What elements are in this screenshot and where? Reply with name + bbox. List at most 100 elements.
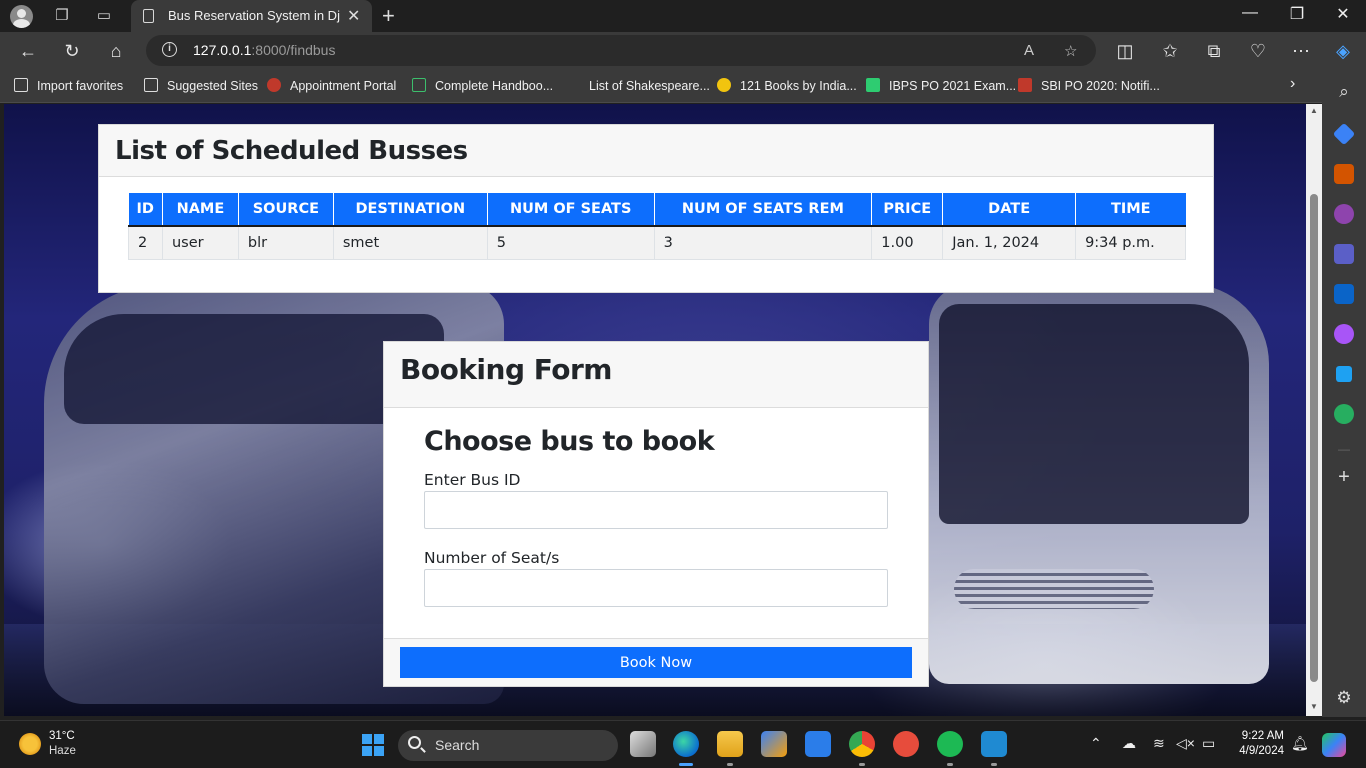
scroll-up-icon[interactable]: ▲ xyxy=(1310,106,1318,115)
sidebar-divider: — xyxy=(1338,442,1350,456)
notifications-bell-icon[interactable]: 🔔︎ xyxy=(1291,735,1309,752)
close-tab-icon[interactable]: ✕ xyxy=(347,6,360,26)
edge-sidebar: ⌕ — + ⚙ xyxy=(1322,70,1366,717)
favorite-import[interactable]: Import favorites xyxy=(14,78,123,96)
bus-windshield xyxy=(939,304,1249,524)
weather-temperature[interactable]: 31°C xyxy=(49,730,75,742)
collections-icon[interactable]: ⧉ xyxy=(1202,40,1226,62)
scroll-down-icon[interactable]: ▼ xyxy=(1310,702,1318,711)
scheduled-busses-title: List of Scheduled Busses xyxy=(99,125,1213,177)
wifi-icon[interactable]: ≋ xyxy=(1153,735,1165,752)
page-icon xyxy=(144,78,158,92)
tab-actions-icon[interactable]: ▭ xyxy=(94,6,114,26)
column-header-time: TIME xyxy=(1075,193,1186,227)
show-hidden-icons-chevron-icon[interactable]: ⌃ xyxy=(1090,735,1102,752)
page-viewport: List of Scheduled Busses ID NAME SOURCE … xyxy=(4,104,1306,716)
favorite-list-of-shakespeare[interactable]: List of Shakespeare... xyxy=(566,78,710,96)
home-icon[interactable]: ⌂ xyxy=(104,40,128,62)
search-icon[interactable]: ⌕ xyxy=(1332,82,1356,102)
settings-more-icon[interactable]: ⋯ xyxy=(1289,40,1313,62)
designer-icon[interactable] xyxy=(1334,324,1354,344)
search-icon xyxy=(408,736,421,749)
refresh-icon[interactable]: ↻ xyxy=(60,40,84,62)
favorite-121-books[interactable]: 121 Books by India... xyxy=(717,78,857,96)
outlook-icon[interactable] xyxy=(1334,284,1354,304)
copilot-icon[interactable]: ◈ xyxy=(1331,40,1355,62)
edge-browser-icon[interactable] xyxy=(673,731,699,757)
active-tab[interactable]: Bus Reservation System in Django ✕ xyxy=(131,0,372,32)
favorite-label: Complete Handboo... xyxy=(435,79,554,93)
sidebar-settings-gear-icon[interactable]: ⚙ xyxy=(1332,688,1356,708)
spotify-icon[interactable] xyxy=(937,731,963,757)
cell-time: 9:34 p.m. xyxy=(1075,225,1186,260)
column-header-name: NAME xyxy=(162,193,239,227)
favorite-ibps-po[interactable]: IBPS PO 2021 Exam... xyxy=(866,78,1016,96)
favorites-icon[interactable]: ✩ xyxy=(1158,40,1182,62)
favorite-label: 121 Books by India... xyxy=(740,79,857,93)
cell-name: user xyxy=(161,225,239,260)
weather-description[interactable]: Haze xyxy=(49,745,76,757)
favorite-sbi-po[interactable]: SBI PO 2020: Notifi... xyxy=(1018,78,1160,96)
profile-avatar-icon[interactable] xyxy=(10,5,33,28)
microsoft-store-icon[interactable] xyxy=(761,731,787,757)
site-info-icon[interactable]: i xyxy=(162,42,177,57)
minimize-icon[interactable]: — xyxy=(1235,4,1265,22)
choose-bus-heading: Choose bus to book xyxy=(424,426,715,457)
wps-office-icon[interactable] xyxy=(893,731,919,757)
favorite-appointment-portal[interactable]: Appointment Portal xyxy=(267,78,396,96)
seats-label: Number of Seat/s xyxy=(424,549,560,567)
browser-essentials-icon[interactable]: ♡ xyxy=(1246,40,1270,62)
portal-icon xyxy=(267,78,281,92)
weather-sun-icon[interactable] xyxy=(19,733,41,755)
games-icon[interactable] xyxy=(1334,204,1354,224)
volume-muted-icon[interactable]: ◁× xyxy=(1176,735,1195,752)
task-view-icon[interactable] xyxy=(630,731,656,757)
cell-source: blr xyxy=(237,225,334,260)
mail-icon[interactable] xyxy=(805,731,831,757)
column-header-date: DATE xyxy=(942,193,1077,227)
taskbar-search[interactable]: Search xyxy=(398,730,618,761)
chrome-icon[interactable] xyxy=(849,731,875,757)
booking-form-body: Choose bus to book Enter Bus ID Number o… xyxy=(384,408,928,640)
favorite-suggested-sites[interactable]: Suggested Sites xyxy=(144,78,258,96)
scrollbar-thumb[interactable] xyxy=(1310,194,1318,682)
column-header-price: PRICE xyxy=(871,193,944,227)
split-screen-icon[interactable]: ◫ xyxy=(1113,40,1137,62)
clock-time[interactable]: 9:22 AM xyxy=(1238,730,1284,742)
file-explorer-icon[interactable] xyxy=(717,731,743,757)
vscode-icon[interactable] xyxy=(981,731,1007,757)
add-sidebar-app-icon[interactable]: + xyxy=(1332,466,1356,489)
address-bar[interactable]: i 127.0.0.1:8000/findbus A ☆ xyxy=(146,35,1096,66)
battery-icon[interactable]: ▭ xyxy=(1202,735,1215,752)
column-header-id: ID xyxy=(128,193,163,227)
start-windows-icon[interactable] xyxy=(362,734,384,756)
bus-id-input[interactable] xyxy=(424,491,888,529)
onedrive-cloud-icon[interactable]: ☁ xyxy=(1122,735,1136,752)
page-scrollbar[interactable]: ▲ ▼ xyxy=(1306,104,1322,716)
clock-date[interactable]: 4/9/2024 xyxy=(1226,745,1284,757)
table-header-row: ID NAME SOURCE DESTINATION NUM OF SEATS … xyxy=(128,193,1186,227)
back-icon[interactable]: ← xyxy=(16,40,40,62)
copilot-taskbar-icon[interactable] xyxy=(1322,733,1346,757)
restore-icon[interactable]: ❐ xyxy=(1282,4,1312,24)
more-favorites-chevron-icon[interactable]: › xyxy=(1290,75,1295,93)
tree-icon[interactable] xyxy=(1334,404,1354,424)
close-window-icon[interactable]: ✕ xyxy=(1328,4,1358,24)
read-aloud-icon[interactable]: A xyxy=(1024,42,1034,59)
workspaces-icon[interactable]: ❐ xyxy=(52,6,72,26)
favorite-star-icon[interactable]: ☆ xyxy=(1064,42,1077,60)
url-text[interactable]: 127.0.0.1:8000/findbus xyxy=(193,42,335,58)
navigation-bar: ← ↻ ⌂ i 127.0.0.1:8000/findbus A ☆ ◫ ✩ ⧉… xyxy=(0,32,1366,70)
bus-table: ID NAME SOURCE DESTINATION NUM OF SEATS … xyxy=(128,193,1186,260)
shopping-tag-icon[interactable] xyxy=(1332,122,1356,146)
cell-destination: smet xyxy=(332,225,488,260)
favorite-complete-handbook[interactable]: Complete Handboo... xyxy=(412,78,553,96)
column-header-num-of-seats: NUM OF SEATS xyxy=(487,193,655,227)
seats-input[interactable] xyxy=(424,569,888,607)
new-tab-icon[interactable]: + xyxy=(382,3,395,29)
microsoft-365-icon[interactable] xyxy=(1334,244,1354,264)
tools-briefcase-icon[interactable] xyxy=(1334,164,1354,184)
book-now-button[interactable]: Book Now xyxy=(400,647,912,678)
flag-icon xyxy=(866,78,880,92)
drop-icon[interactable] xyxy=(1336,366,1352,382)
